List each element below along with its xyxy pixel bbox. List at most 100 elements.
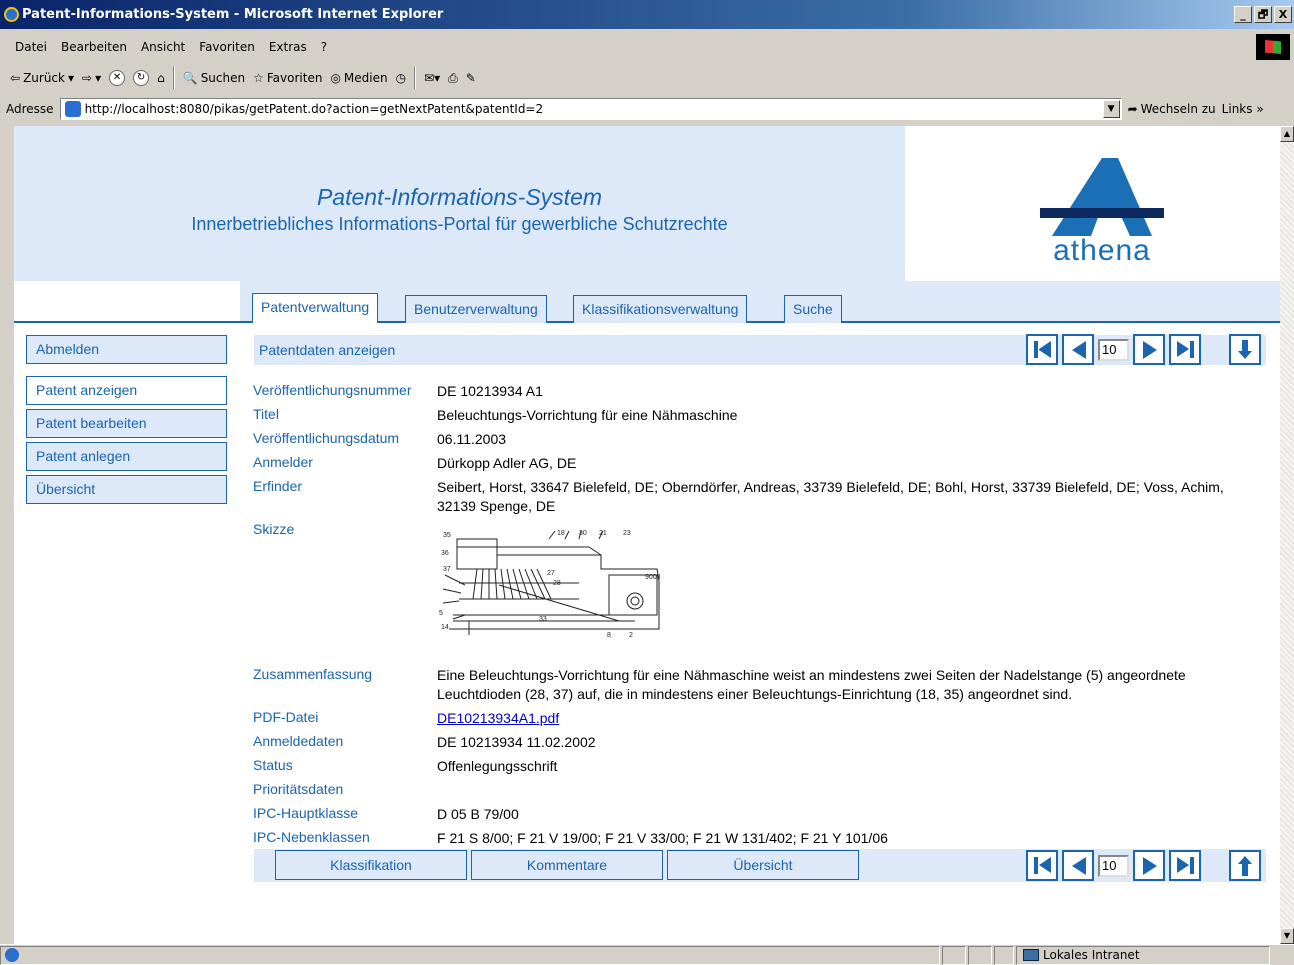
svg-text:5: 5 (439, 610, 443, 617)
patent-sketch-image[interactable]: 35 36 37 18 30 21 23 27 28 9003 33 8 2 5 14 (439, 525, 667, 645)
prev-page-icon[interactable] (1062, 850, 1094, 881)
tab-klassifikationsverwaltung[interactable]: Klassifikationsverwaltung (573, 295, 748, 323)
go-button[interactable]: ➦ Wechseln zu (1128, 102, 1216, 116)
edit-icon[interactable]: ✎ (466, 71, 476, 85)
favorites-label: Favoriten (266, 71, 323, 85)
value-anmeldedaten: DE 10213934 11.02.2002 (437, 734, 596, 750)
menu-favoriten[interactable]: Favoriten (192, 40, 262, 54)
sidebar-item-patent-anzeigen[interactable]: Patent anzeigen (26, 376, 227, 405)
svg-text:33: 33 (539, 616, 547, 623)
mail-icon[interactable]: ✉▾ (424, 71, 440, 85)
scroll-down-arrow-icon[interactable]: ▼ (1280, 928, 1294, 944)
stop-icon[interactable]: ✕ (109, 70, 126, 86)
last-page-icon[interactable] (1169, 850, 1201, 881)
tab-suche[interactable]: Suche (784, 295, 842, 323)
pdf-link[interactable]: DE10213934A1.pdf (437, 710, 559, 726)
site-title: Patent-Informations-System (316, 184, 603, 210)
scroll-up-icon[interactable] (1229, 850, 1261, 881)
tab-bar (240, 281, 1280, 323)
pagination-bottom: 10 (1026, 850, 1261, 881)
sidebar: Abmelden Patent anzeigen Patent bearbeit… (14, 323, 240, 944)
back-button[interactable]: ⇦ Zurück ▾ (10, 71, 74, 85)
minimize-button[interactable]: _ (1234, 6, 1252, 23)
label-status: Status (253, 757, 293, 773)
sidebar-item-patent-anlegen[interactable]: Patent anlegen (26, 442, 227, 471)
vertical-scrollbar[interactable]: ▲ ▼ (1280, 126, 1294, 944)
search-button[interactable]: 🔍 Suchen (183, 71, 245, 85)
tab-benutzerverwaltung[interactable]: Benutzerverwaltung (405, 295, 547, 323)
menu-extras[interactable]: Extras (262, 40, 314, 54)
refresh-icon[interactable]: ↻ (133, 70, 150, 86)
svg-text:21: 21 (599, 530, 607, 537)
label-veroeffentlichungsnummer: Veröffentlichungsnummer (253, 382, 412, 398)
back-arrow-icon: ⇦ (10, 71, 21, 85)
status-bar: Lokales Intranet (0, 944, 1294, 965)
sidebar-item-abmelden[interactable]: Abmelden (26, 335, 227, 364)
address-bar: Adresse http://localhost:8080/pikas/getP… (0, 96, 1294, 122)
search-icon: 🔍 (182, 71, 198, 85)
window-title: Patent-Informations-System - Microsoft I… (22, 7, 444, 22)
logo-text: athena (1053, 234, 1151, 267)
tab-patentverwaltung[interactable]: Patentverwaltung (252, 293, 379, 323)
media-button[interactable]: ◎ Medien (330, 71, 387, 85)
menu-ansicht[interactable]: Ansicht (134, 40, 192, 54)
address-input[interactable]: http://localhost:8080/pikas/getPatent.do… (59, 98, 1122, 120)
go-arrow-icon: ➦ (1127, 102, 1138, 116)
label-skizze: Skizze (253, 521, 295, 537)
value-veroeffentlichungsnummer: DE 10213934 A1 (437, 383, 543, 399)
links-button[interactable]: Links » (1222, 102, 1264, 116)
page-size-input[interactable]: 10 (1098, 854, 1129, 877)
sidebar-item-patent-bearbeiten[interactable]: Patent bearbeiten (26, 409, 227, 438)
toolbar: ⇦ Zurück ▾ ⇨ ▾ ✕ ↻ ⌂ 🔍 Suchen ☆ Favoriten ◎… (0, 64, 1294, 92)
address-label: Adresse (6, 102, 54, 116)
svg-text:8: 8 (607, 632, 611, 639)
svg-text:2: 2 (629, 632, 633, 639)
address-dropdown-icon[interactable]: ▼ (1102, 100, 1120, 118)
close-button[interactable]: X (1274, 6, 1292, 23)
sidebar-item-uebersicht[interactable]: Übersicht (26, 475, 227, 504)
svg-text:28: 28 (553, 580, 561, 587)
menu-bar: Datei Bearbeiten Ansicht Favoriten Extra… (0, 36, 1294, 58)
main-content: Patentdaten anzeigen 10 Veröffentlichung… (240, 323, 1280, 944)
menu-help[interactable]: ? (314, 40, 334, 54)
home-icon[interactable]: ⌂ (157, 71, 165, 85)
page-icon (64, 101, 81, 117)
label-ipc-nebenklassen: IPC-Nebenklassen (253, 829, 370, 845)
first-page-icon[interactable] (1026, 334, 1058, 365)
klassifikation-button[interactable]: Klassifikation (275, 850, 467, 880)
history-icon[interactable]: ◷ (396, 71, 406, 85)
label-erfinder: Erfinder (253, 478, 303, 494)
scroll-up-arrow-icon[interactable]: ▲ (1280, 126, 1294, 142)
next-page-icon[interactable] (1133, 850, 1165, 881)
value-anmelder: Dürkopp Adler AG, DE (437, 455, 577, 471)
label-anmelder: Anmelder (253, 454, 313, 470)
menu-bearbeiten[interactable]: Bearbeiten (54, 40, 134, 54)
browser-window: Patent-Informations-System - Microsoft I… (0, 0, 1294, 965)
page-size-input[interactable]: 10 (1098, 338, 1129, 361)
label-pdf-datei: PDF-Datei (253, 709, 319, 725)
kommentare-button[interactable]: Kommentare (471, 850, 663, 880)
svg-text:36: 36 (441, 550, 449, 557)
ie-status-icon (5, 948, 19, 962)
print-icon[interactable]: ⎙ (448, 71, 458, 86)
favorites-button[interactable]: ☆ Favoriten (253, 71, 322, 85)
menu-datei[interactable]: Datei (8, 40, 54, 54)
label-prioritaetsdaten: Prioritätsdaten (253, 781, 344, 797)
maximize-button[interactable]: 🗗 (1254, 6, 1272, 23)
scroll-down-icon[interactable] (1229, 334, 1261, 365)
value-veroeffentlichungsdatum: 06.11.2003 (437, 431, 507, 447)
media-label: Medien (343, 71, 388, 85)
label-ipc-hauptklasse: IPC-Hauptklasse (253, 805, 359, 821)
svg-text:18: 18 (557, 530, 565, 537)
go-label: Wechseln zu (1140, 102, 1216, 116)
forward-button[interactable]: ⇨ ▾ (82, 71, 101, 85)
back-label: Zurück (23, 71, 65, 85)
next-page-icon[interactable] (1133, 334, 1165, 365)
last-page-icon[interactable] (1169, 334, 1201, 365)
svg-text:9003: 9003 (645, 574, 661, 581)
intranet-icon (1023, 949, 1039, 961)
first-page-icon[interactable] (1026, 850, 1058, 881)
value-status: Offenlegungsschrift (437, 758, 558, 774)
prev-page-icon[interactable] (1062, 334, 1094, 365)
uebersicht-button[interactable]: Übersicht (667, 850, 859, 880)
